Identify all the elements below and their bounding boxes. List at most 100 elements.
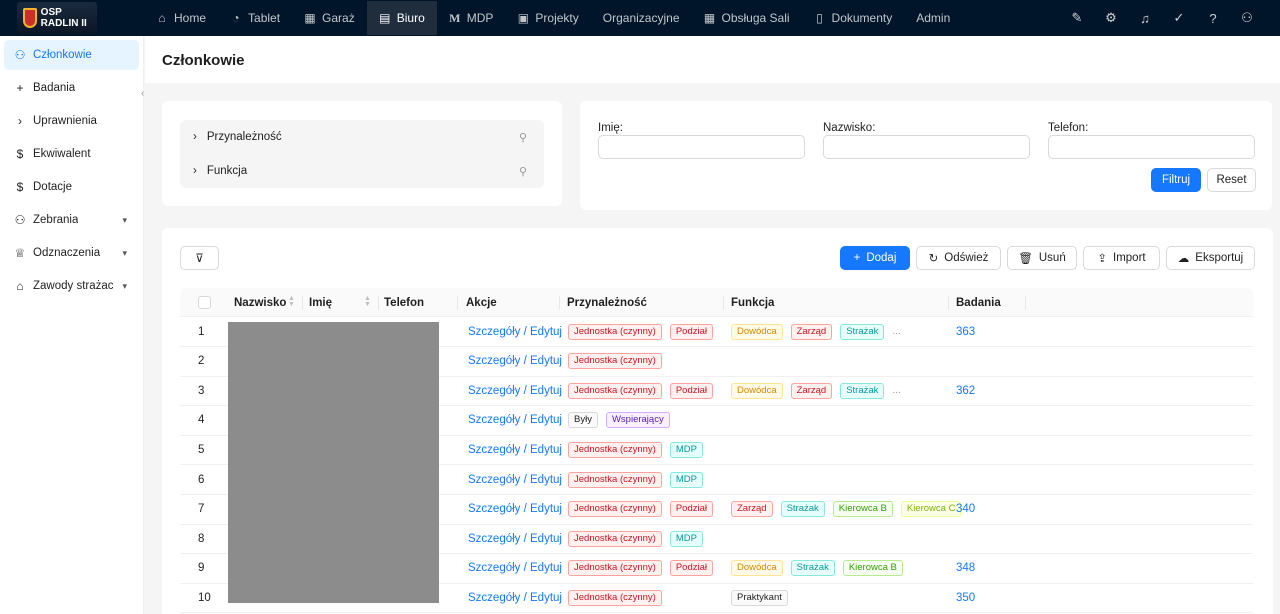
details-edit-link[interactable]: Szczegóły / Edytuj (468, 465, 562, 494)
tag: Strażak (790, 560, 835, 577)
column-divider (378, 296, 379, 310)
col-imie[interactable]: Imię (309, 288, 332, 317)
details-edit-link[interactable]: Szczegóły / Edytuj (468, 583, 562, 612)
sidebar-item-dotacje[interactable]: $ Dotacje (4, 172, 139, 202)
tag: MDP (669, 441, 703, 458)
details-edit-link[interactable]: Szczegóły / Edytuj (468, 554, 562, 583)
gear-icon[interactable]: ⚙ (1104, 10, 1118, 26)
badania-link[interactable]: 348 (956, 554, 975, 583)
members-table-card: ⊽ + Dodaj ↻ Odśwież 🗑 Usuń ⇪ Import ☁ Ek… (162, 228, 1273, 614)
delete-button[interactable]: 🗑 Usuń (1007, 246, 1077, 270)
tag: Jednostka (czynny) (568, 589, 662, 606)
sidebar-item-label: Zawody strażackie (33, 280, 113, 292)
filter-icon: ⊽ (195, 253, 204, 265)
brush-icon[interactable]: ✎ (1070, 10, 1084, 26)
user-icon[interactable]: ⚇ (1240, 10, 1254, 26)
nav-item-admin[interactable]: Admin (904, 1, 962, 35)
nazwisko-input[interactable] (823, 135, 1030, 159)
nav-item-mdp[interactable]: M MDP (437, 1, 506, 35)
telefon-input[interactable] (1048, 135, 1255, 159)
page-title: Członkowie (162, 52, 245, 69)
tag: Jednostka (czynny) (568, 560, 662, 577)
details-edit-link[interactable]: Szczegóły / Edytuj (468, 347, 562, 376)
imie-input[interactable] (598, 135, 805, 159)
sidebar-item-badania[interactable]: + Badania (4, 73, 139, 103)
badania-link[interactable]: 350 (956, 583, 975, 612)
more-tags-ellipsis[interactable]: ... (892, 385, 900, 396)
przynaleznosc-tags: Jednostka (czynny) MDP (568, 435, 703, 464)
sort-icon[interactable]: ▲ ▼ (364, 295, 371, 308)
row-number: 6 (198, 473, 205, 486)
nav-item-tablet[interactable]: ◔ Tablet (218, 1, 292, 35)
sidebar-item-label: Uprawnienia (33, 115, 97, 127)
nav-item-biuro[interactable]: ▤ Biuro (366, 1, 437, 35)
nav-item-dokumenty[interactable]: ▯ Dokumenty (802, 1, 905, 35)
select-all-checkbox[interactable] (198, 296, 211, 309)
bell-icon[interactable]: ♫ (1138, 11, 1152, 26)
tag: Dowódca (731, 323, 783, 340)
badania-link[interactable]: 362 (956, 376, 975, 405)
search-icon[interactable]: ⚲ (519, 165, 527, 178)
sidebar-item-zawody-stra-ackie[interactable]: ⌂ Zawody strażackie ▾ (4, 271, 139, 301)
project-icon: ▣ (517, 11, 530, 25)
details-edit-link[interactable]: Szczegóły / Edytuj (468, 524, 562, 553)
tree-item-przynaleznosc[interactable]: › Przynależność ⚲ (180, 120, 544, 154)
nav-item-obs-uga-sali[interactable]: ▦ Obsługa Sali (692, 1, 802, 35)
tag: Kierowca C (900, 501, 962, 518)
imie-label: Imię: (598, 122, 623, 134)
add-button[interactable]: + Dodaj (840, 246, 910, 270)
reset-button[interactable]: Reset (1207, 168, 1256, 192)
tag: Jednostka (czynny) (568, 382, 662, 399)
app-logo[interactable]: OSP RADLIN II (0, 0, 114, 36)
team-icon: ⚇ (14, 213, 26, 227)
tag: Jednostka (czynny) (568, 441, 662, 458)
tag: Jednostka (czynny) (568, 353, 662, 370)
nav-item-home[interactable]: ⌂ Home (144, 1, 218, 35)
row-number: 9 (198, 562, 205, 575)
badania-link[interactable]: 363 (956, 317, 975, 346)
nav-item-label: Home (174, 11, 207, 25)
nav-item-organizacyjne[interactable]: Organizacyjne (591, 1, 692, 35)
chevron-down-icon: ▾ (122, 214, 127, 225)
sidebar-item-label: Zebrania (33, 214, 79, 226)
details-edit-link[interactable]: Szczegóły / Edytuj (468, 376, 562, 405)
przynaleznosc-tags: Jednostka (czynny) Podział (568, 376, 714, 405)
sidebar-item-ekwiwalent[interactable]: $ Ekwiwalent (4, 139, 139, 169)
sidebar-item-odznaczenia[interactable]: ♕ Odznaczenia ▾ (4, 238, 139, 268)
sidebar-item-zebrania[interactable]: ⚇ Zebrania ▾ (4, 205, 139, 235)
tree-item-funkcja[interactable]: › Funkcja ⚲ (180, 154, 544, 188)
badania-link[interactable]: 340 (956, 495, 975, 524)
tag: Kierowca B (832, 501, 893, 518)
help-icon[interactable]: ? (1206, 11, 1220, 26)
sidebar-item-uprawnienia[interactable]: › Uprawnienia (4, 106, 139, 136)
column-divider (457, 296, 458, 310)
search-form-card: Imię: Nazwisko: Telefon: Filtruj Reset (580, 101, 1272, 210)
collapse-sidebar-icon[interactable]: ‹ (141, 88, 144, 99)
sidebar-item-label: Badania (33, 82, 76, 94)
refresh-button[interactable]: ↻ Odśwież (916, 246, 1001, 270)
trash-icon: 🗑 (1018, 253, 1033, 265)
export-button[interactable]: ☁ Eksportuj (1166, 246, 1255, 270)
sidebar-item-label: Ekwiwalent (33, 148, 91, 160)
col-nazwisko[interactable]: Nazwisko (234, 288, 286, 317)
import-button[interactable]: ⇪ Import (1083, 246, 1160, 270)
table-icon: ▤ (379, 11, 391, 25)
nav-item-projekty[interactable]: ▣ Projekty (505, 1, 590, 35)
search-icon[interactable]: ⚲ (519, 131, 527, 144)
nav-item-gara-[interactable]: ▦ Garaż (292, 1, 367, 35)
sort-icon[interactable]: ▲ ▼ (288, 295, 295, 308)
filter-button[interactable]: Filtruj (1151, 168, 1201, 192)
details-edit-link[interactable]: Szczegóły / Edytuj (468, 317, 562, 346)
more-tags-ellipsis[interactable]: ... (892, 326, 900, 337)
tag: Wspierający (605, 412, 670, 429)
sidebar-item-cz-onkowie[interactable]: ⚇ Członkowie (4, 40, 139, 70)
details-edit-link[interactable]: Szczegóły / Edytuj (468, 435, 562, 464)
chevron-right-icon: › (193, 165, 197, 177)
nav-item-label: Organizacyjne (602, 11, 680, 25)
check-circle-icon[interactable]: ✓ (1172, 10, 1186, 26)
details-edit-link[interactable]: Szczegóły / Edytuj (468, 495, 562, 524)
sidebar: ⚇ Członkowie + Badania › Uprawnienia $ Ekwiwale… (0, 36, 144, 614)
filter-toggle-button[interactable]: ⊽ (180, 246, 219, 270)
details-edit-link[interactable]: Szczegóły / Edytuj (468, 406, 562, 435)
col-telefon: Telefon (384, 296, 425, 309)
